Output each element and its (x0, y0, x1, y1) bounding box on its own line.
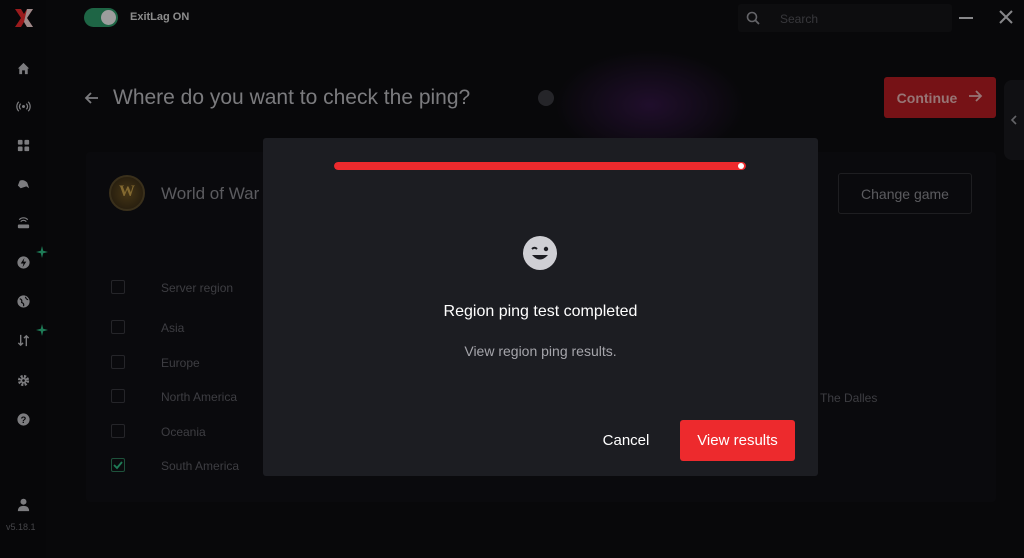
winking-face-icon (522, 235, 558, 271)
modal-subtitle: View region ping results. (464, 343, 617, 359)
cancel-button[interactable]: Cancel (588, 420, 664, 460)
progress-indicator (738, 163, 744, 169)
view-results-button[interactable]: View results (680, 420, 795, 461)
progress-bar (334, 162, 746, 170)
ping-test-modal: Region ping test completed View region p… (263, 138, 818, 476)
progress-fill (334, 162, 746, 170)
modal-title: Region ping test completed (443, 303, 638, 320)
